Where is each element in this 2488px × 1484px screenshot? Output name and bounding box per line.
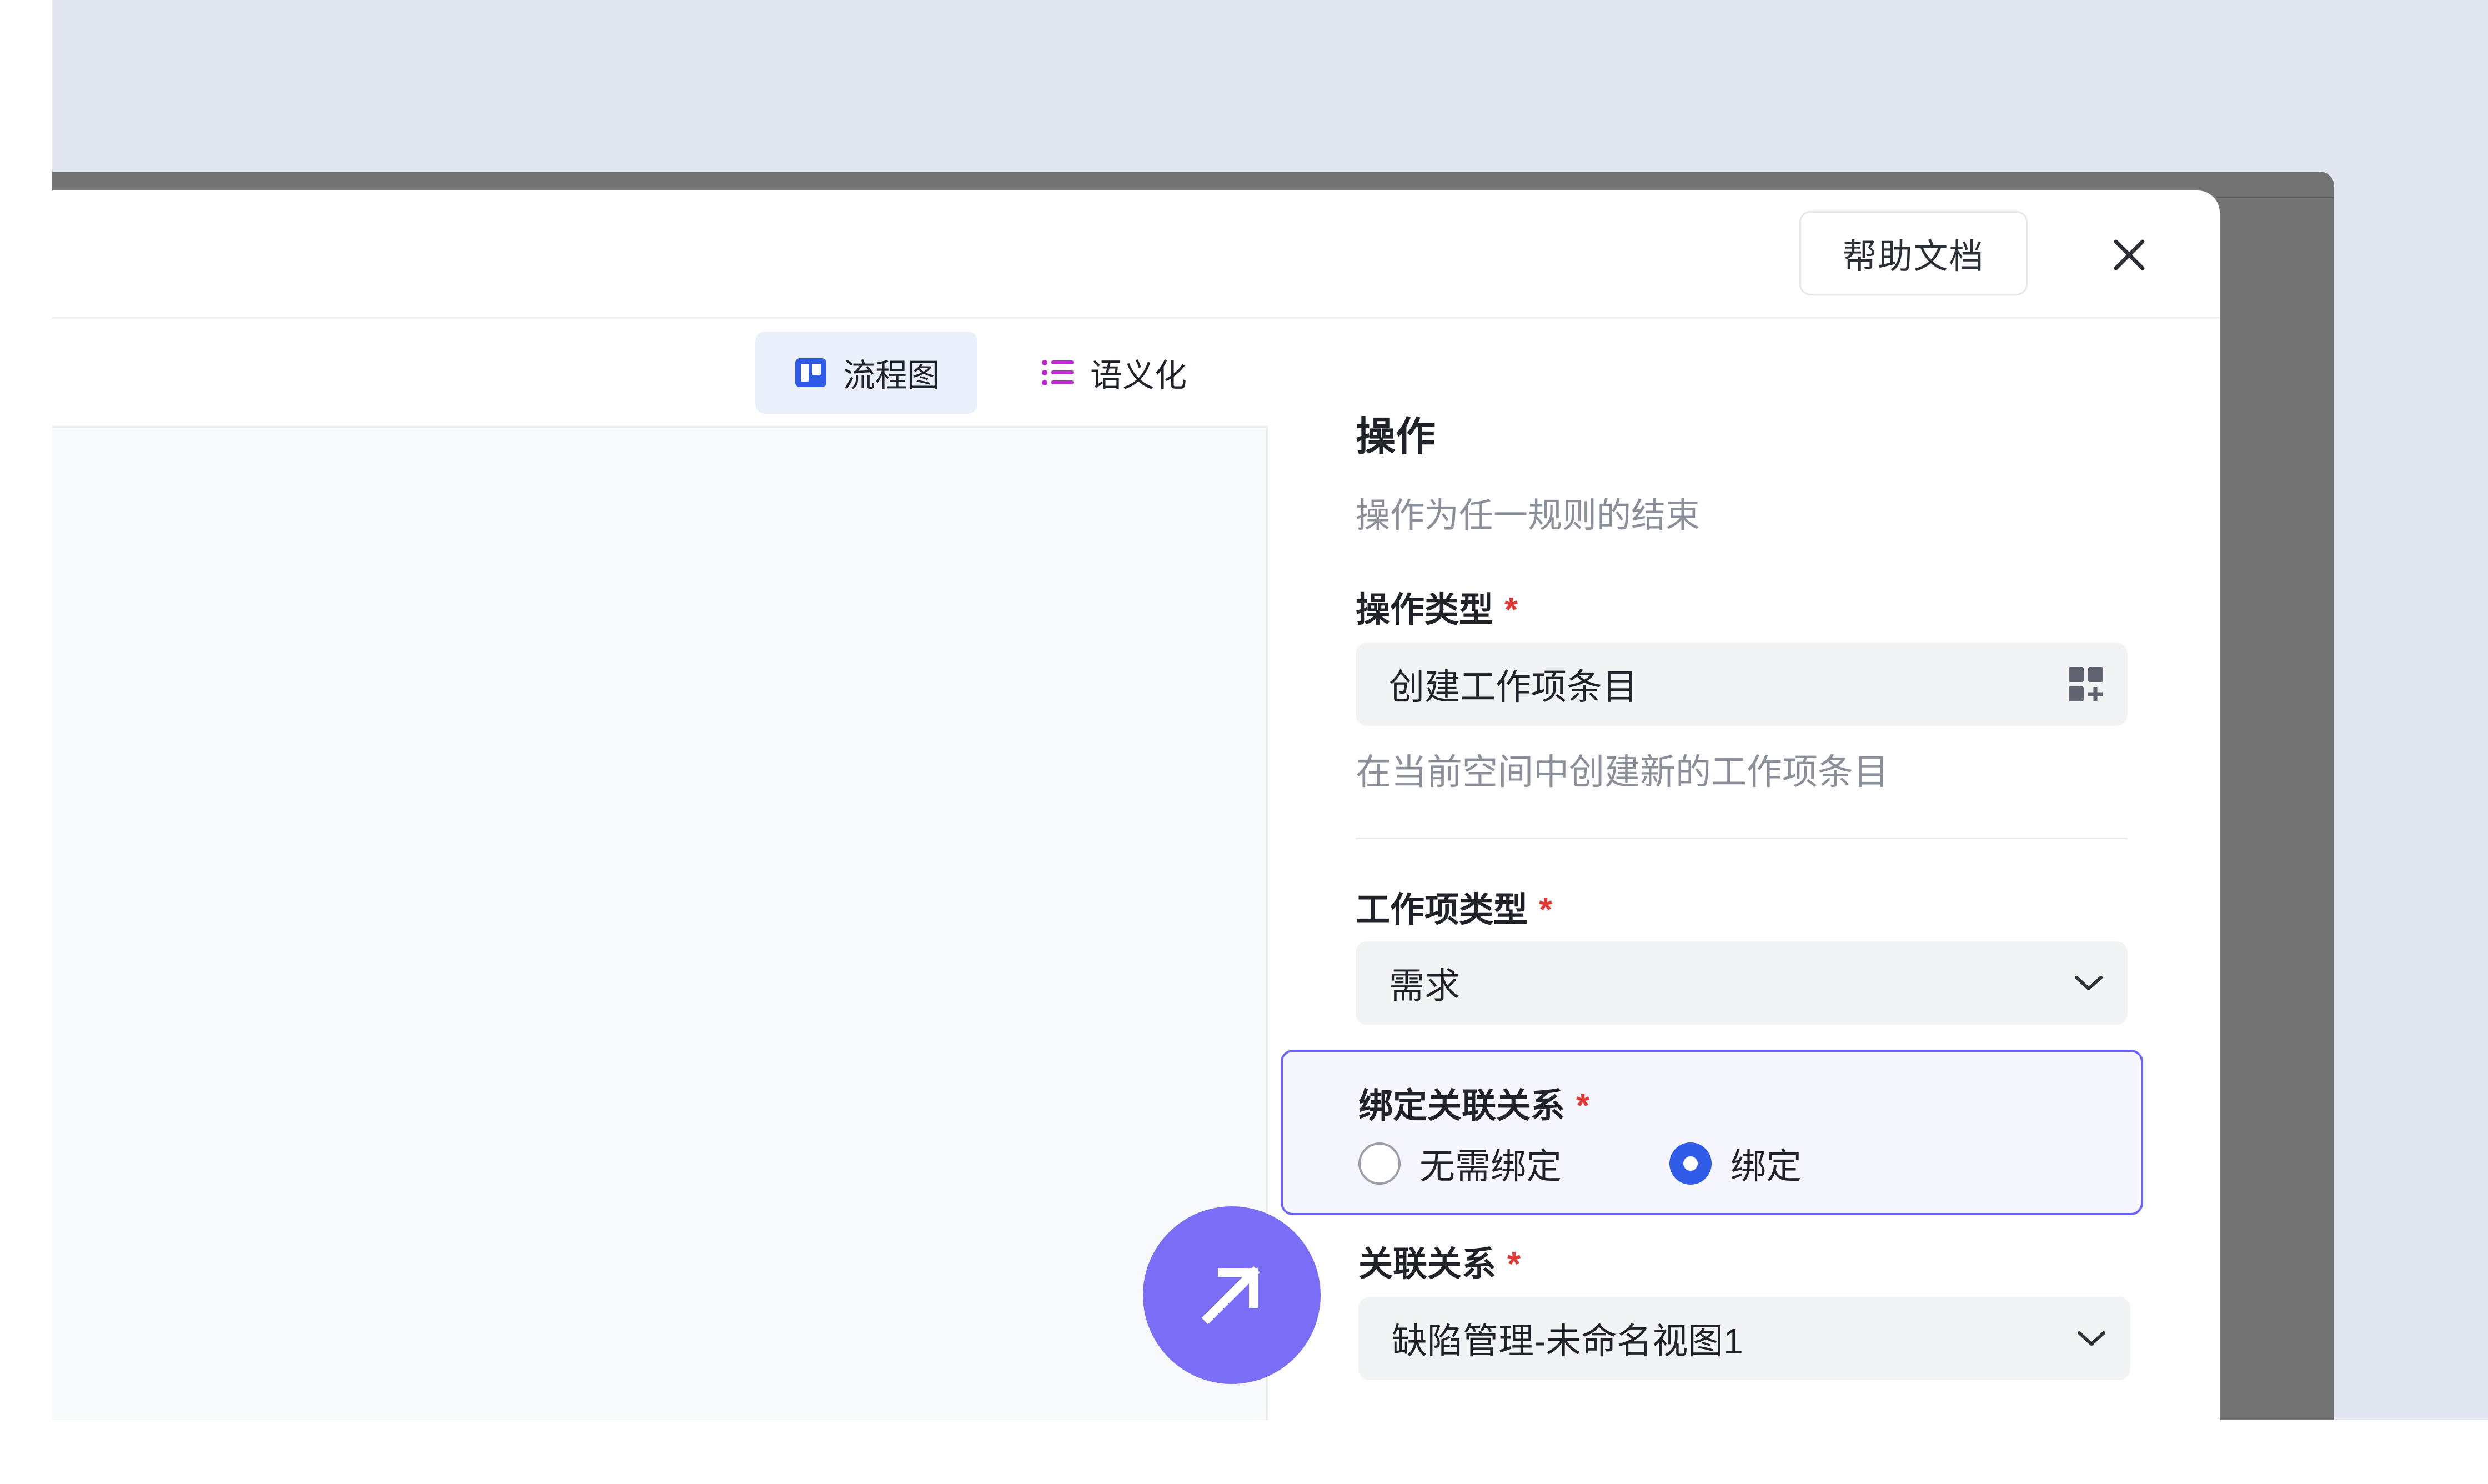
tab-flowchart[interactable]: 流程图 bbox=[755, 332, 977, 414]
flowchart-icon bbox=[793, 355, 829, 390]
section-divider bbox=[1356, 838, 2128, 839]
work-item-type-label-text: 工作项类型 bbox=[1356, 891, 1528, 929]
modal-header: 帮助文档 bbox=[52, 190, 2220, 319]
required-mark: * bbox=[1576, 1087, 1590, 1125]
work-item-type-label: 工作项类型 * bbox=[1356, 881, 1552, 931]
required-mark: * bbox=[1539, 891, 1553, 929]
radio-no-bind[interactable]: 无需绑定 bbox=[1358, 1139, 1562, 1189]
action-type-label-text: 操作类型 bbox=[1356, 591, 1494, 629]
relation-label: 关联关系 * bbox=[1358, 1236, 1521, 1286]
help-docs-button[interactable]: 帮助文档 bbox=[1799, 211, 2028, 295]
arrow-up-right-icon bbox=[1196, 1258, 1268, 1333]
relation-select[interactable]: 缺陷管理-未命名视图1 bbox=[1358, 1297, 2130, 1380]
bind-relation-group bbox=[1281, 1050, 2143, 1215]
tab-flowchart-label: 流程图 bbox=[842, 358, 940, 394]
work-item-type-select[interactable]: 需求 bbox=[1356, 941, 2128, 1025]
action-type-value: 创建工作项条目 bbox=[1389, 667, 1638, 707]
radio-checked[interactable] bbox=[1669, 1142, 1712, 1185]
view-toolbar: 流程图 语义化 bbox=[52, 320, 1268, 428]
section-description: 操作为任一规则的结束 bbox=[1356, 497, 1701, 535]
list-icon bbox=[1040, 355, 1076, 390]
radio-no-bind-label: 无需绑定 bbox=[1419, 1146, 1562, 1186]
close-icon[interactable] bbox=[2101, 227, 2157, 283]
relation-value: 缺陷管理-未命名视图1 bbox=[1392, 1321, 1743, 1361]
section-title: 操作 bbox=[1356, 415, 1436, 459]
tab-semantic[interactable]: 语义化 bbox=[1022, 332, 1205, 414]
work-item-type-value: 需求 bbox=[1389, 966, 1460, 1006]
canvas-pane: 流程图 语义化 bbox=[52, 320, 1268, 1420]
action-type-label: 操作类型 * bbox=[1356, 581, 1518, 631]
relation-label-text: 关联关系 bbox=[1358, 1245, 1497, 1284]
radio-bind-label: 绑定 bbox=[1730, 1146, 1802, 1186]
radio-bind[interactable]: 绑定 bbox=[1669, 1139, 1802, 1189]
required-mark: * bbox=[1504, 591, 1518, 629]
action-type-select[interactable]: 创建工作项条目 bbox=[1356, 643, 2128, 726]
tab-semantic-label: 语义化 bbox=[1090, 358, 1187, 394]
grid-add-icon[interactable] bbox=[2066, 643, 2105, 726]
chevron-down-icon bbox=[2075, 1297, 2108, 1380]
chevron-down-icon bbox=[2072, 941, 2105, 1025]
action-type-hint: 在当前空间中创建新的工作项条目 bbox=[1356, 752, 1889, 792]
floating-action-button[interactable] bbox=[1143, 1206, 1321, 1384]
bind-relation-label: 绑定关联关系 * bbox=[1358, 1077, 1589, 1127]
required-mark: * bbox=[1507, 1245, 1521, 1284]
radio-unchecked[interactable] bbox=[1358, 1142, 1401, 1185]
rule-editor-modal: 帮助文档 流程图 语义化 操作 操作为任一规则的结束 操作类型 * 创建工作项条… bbox=[52, 190, 2220, 1420]
bind-relation-label-text: 绑定关联关系 bbox=[1358, 1087, 1566, 1125]
